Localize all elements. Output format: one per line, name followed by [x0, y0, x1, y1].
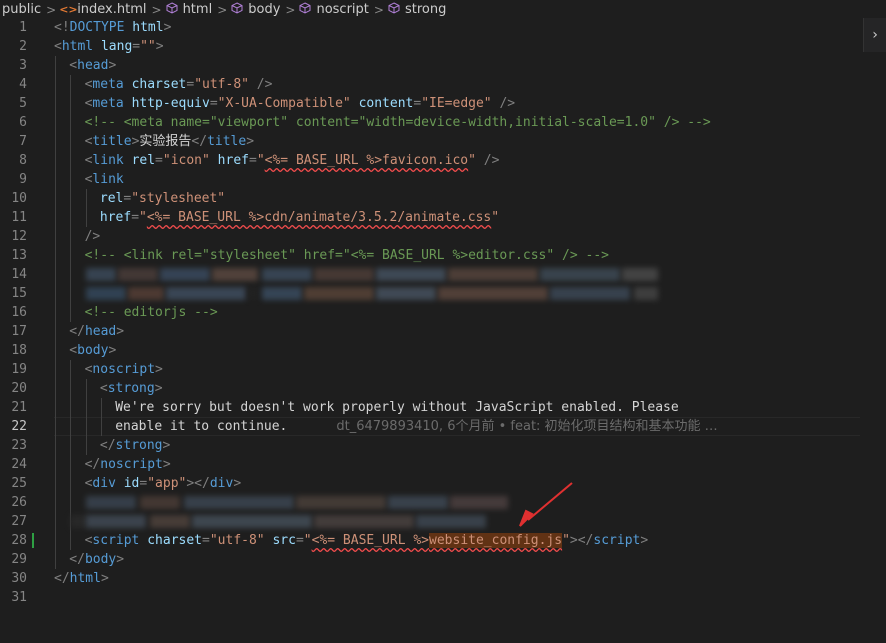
annotation-arrow	[519, 482, 573, 527]
